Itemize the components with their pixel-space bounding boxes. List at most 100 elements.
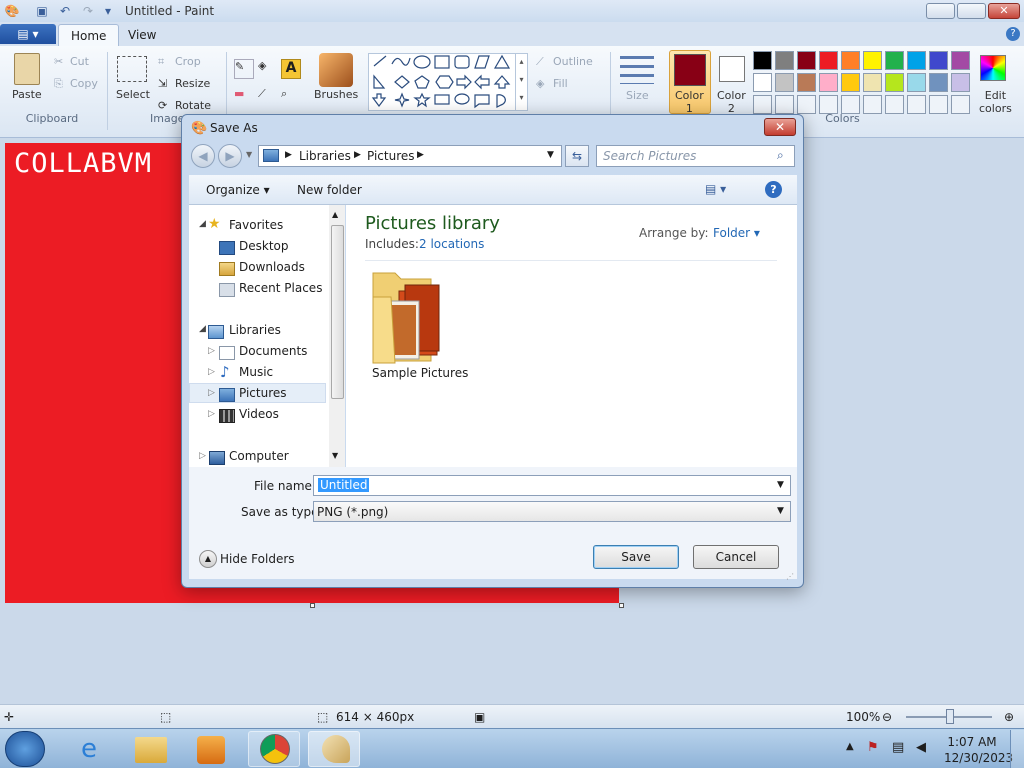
resize-icon[interactable]: ⇲: [158, 77, 167, 90]
resize-button[interactable]: Resize: [175, 77, 210, 90]
show-hidden-icons[interactable]: ▲: [846, 741, 854, 752]
explorer-icon[interactable]: [135, 737, 167, 763]
expand-arrow-icon[interactable]: ▷: [208, 409, 215, 419]
zoom-slider-thumb[interactable]: [946, 709, 954, 724]
clock[interactable]: 1:07 AM 12/30/2023: [944, 734, 1013, 766]
hide-folders-button[interactable]: Hide Folders: [220, 552, 295, 566]
palette-color[interactable]: [885, 73, 904, 92]
expand-arrow-icon[interactable]: ▷: [199, 451, 206, 461]
custom-color-slot[interactable]: [929, 95, 948, 114]
zoom-out-icon[interactable]: ⊖: [882, 710, 892, 724]
file-menu-button[interactable]: ▤ ▾: [0, 24, 56, 44]
new-folder-button[interactable]: New folder: [297, 183, 362, 197]
magnifier-icon[interactable]: ⌕: [281, 87, 301, 107]
palette-color[interactable]: [907, 51, 926, 70]
search-icon[interactable]: ⌕: [777, 148, 784, 163]
palette-color[interactable]: [819, 73, 838, 92]
nav-videos[interactable]: Videos: [239, 407, 279, 421]
palette-color[interactable]: [841, 73, 860, 92]
expand-arrow-icon[interactable]: ▷: [208, 367, 215, 377]
help-icon[interactable]: ?: [1006, 27, 1020, 41]
palette-color[interactable]: [819, 51, 838, 70]
recent-locations-icon[interactable]: ▼: [246, 150, 252, 159]
text-tool-icon[interactable]: A: [281, 59, 301, 79]
media-player-icon[interactable]: [197, 736, 225, 764]
fill-bucket-icon[interactable]: ◈: [258, 59, 278, 79]
action-center-icon[interactable]: ⚑: [867, 740, 879, 755]
palette-color[interactable]: [753, 73, 772, 92]
palette-color[interactable]: [797, 51, 816, 70]
maximize-button[interactable]: [957, 3, 986, 19]
palette-color[interactable]: [797, 73, 816, 92]
brushes-icon[interactable]: [319, 53, 353, 87]
sample-pictures-folder[interactable]: Sample Pictures: [363, 267, 468, 387]
size-button[interactable]: Size: [626, 89, 649, 102]
scroll-up-icon[interactable]: ▲: [332, 210, 338, 219]
brushes-button[interactable]: Brushes: [314, 88, 358, 101]
volume-icon[interactable]: ◀: [916, 740, 926, 755]
pencil-icon[interactable]: ✎: [234, 59, 254, 79]
resize-handle-corner[interactable]: [619, 603, 624, 608]
hide-folders-icon[interactable]: ▲: [199, 550, 217, 568]
search-box[interactable]: Search Pictures ⌕: [596, 145, 795, 167]
back-button[interactable]: ◀: [191, 144, 215, 168]
edit-colors-button[interactable]: Edit colors: [979, 89, 1012, 115]
palette-color[interactable]: [753, 51, 772, 70]
color2-swatch[interactable]: [719, 56, 745, 82]
palette-color[interactable]: [929, 73, 948, 92]
palette-color[interactable]: [951, 73, 970, 92]
palette-color[interactable]: [929, 51, 948, 70]
cut-button[interactable]: Cut: [70, 55, 89, 68]
chevron-right-icon[interactable]: ▶: [354, 150, 361, 160]
custom-color-slot[interactable]: [775, 95, 794, 114]
includes-locations-link[interactable]: 2 locations: [419, 237, 484, 251]
color-picker-icon[interactable]: ⟋: [258, 87, 278, 107]
start-button[interactable]: [5, 731, 45, 767]
address-bar[interactable]: ▶ Libraries ▶ Pictures ▶ ▼: [258, 145, 562, 167]
custom-color-slot[interactable]: [753, 95, 772, 114]
save-button[interactable]: Save: [593, 545, 679, 569]
nav-computer[interactable]: Computer: [229, 449, 289, 463]
file-name-dropdown-icon[interactable]: ▼: [777, 480, 784, 490]
address-dropdown-icon[interactable]: ▼: [547, 150, 554, 160]
refresh-icon[interactable]: ⇆: [565, 145, 589, 167]
palette-color[interactable]: [951, 51, 970, 70]
nav-pictures[interactable]: Pictures: [239, 386, 287, 400]
chevron-right-icon[interactable]: ▶: [417, 150, 424, 160]
chevron-right-icon[interactable]: ▶: [285, 150, 292, 160]
zoom-in-icon[interactable]: ⊕: [1004, 710, 1014, 724]
select-button[interactable]: Select: [116, 88, 150, 101]
paste-button[interactable]: Paste: [12, 88, 42, 101]
breadcrumb-pictures[interactable]: Pictures: [367, 149, 415, 163]
nav-desktop[interactable]: Desktop: [239, 239, 289, 253]
customize-quick-access-icon[interactable]: ▾: [100, 3, 116, 19]
save-icon[interactable]: ▣: [34, 3, 50, 19]
copy-button[interactable]: Copy: [70, 77, 98, 90]
nav-documents[interactable]: Documents: [239, 344, 307, 358]
file-name-input[interactable]: Untitled ▼: [313, 475, 791, 496]
outline-button[interactable]: Outline: [553, 55, 593, 68]
nav-downloads[interactable]: Downloads: [239, 260, 305, 274]
forward-button[interactable]: ▶: [218, 144, 242, 168]
outline-icon[interactable]: ⟋: [536, 55, 544, 69]
palette-color[interactable]: [885, 51, 904, 70]
scroll-down-icon[interactable]: ▼: [332, 451, 338, 460]
undo-icon[interactable]: ↶: [57, 3, 73, 19]
fill-icon[interactable]: ◈: [536, 77, 544, 90]
rotate-button[interactable]: Rotate: [175, 99, 211, 112]
expand-arrow-icon[interactable]: ◢: [199, 219, 206, 229]
resize-grip-icon[interactable]: ⋰: [786, 572, 794, 581]
palette-color[interactable]: [841, 51, 860, 70]
palette-color[interactable]: [775, 51, 794, 70]
breadcrumb-libraries[interactable]: Libraries: [299, 149, 351, 163]
save-type-select[interactable]: PNG (*.png) ▼: [313, 501, 791, 522]
shapes-gallery[interactable]: [368, 53, 528, 111]
internet-explorer-icon[interactable]: e: [71, 733, 107, 765]
dialog-close-button[interactable]: ✕: [764, 118, 796, 136]
color2-label[interactable]: Color 2: [717, 89, 746, 115]
fill-button[interactable]: Fill: [553, 77, 568, 90]
help-icon[interactable]: ?: [765, 181, 782, 198]
size-icon[interactable]: [620, 56, 654, 84]
expand-arrow-icon[interactable]: ▷: [208, 388, 215, 398]
expand-arrow-icon[interactable]: ◢: [199, 324, 206, 334]
